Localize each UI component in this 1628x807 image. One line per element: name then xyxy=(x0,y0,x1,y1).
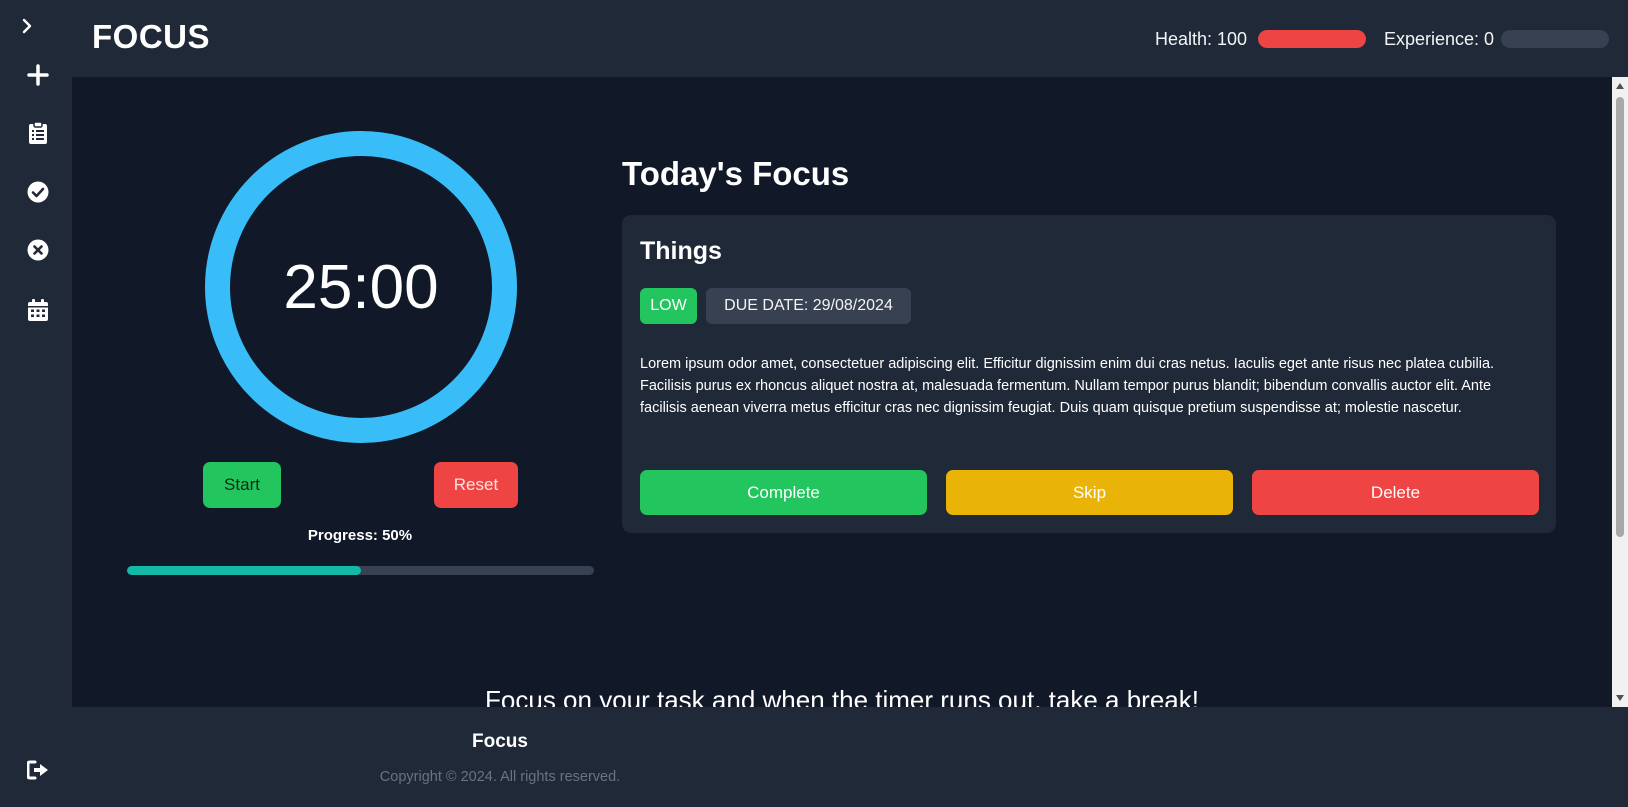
progress-bar-fill xyxy=(127,566,361,575)
top-header: FOCUS Health: 100 Experience: 0 xyxy=(72,0,1628,77)
failed-button[interactable] xyxy=(20,232,56,268)
footer-copyright: Copyright © 2024. All rights reserved. xyxy=(379,769,621,785)
todays-focus-heading: Today's Focus xyxy=(622,155,850,192)
experience-label: Experience: 0 xyxy=(1384,29,1495,49)
brand-title: FOCUS xyxy=(92,18,210,55)
logout-button[interactable] xyxy=(20,752,56,788)
add-task-button[interactable] xyxy=(20,57,56,93)
calendar-icon xyxy=(28,299,48,321)
footer: Focus Copyright © 2024. All rights reser… xyxy=(72,707,1628,807)
x-circle-icon xyxy=(27,239,49,261)
logout-icon xyxy=(27,760,48,780)
main-content: 25:00 Start Reset Progress: 50% Today's … xyxy=(72,77,1612,707)
start-button[interactable]: Start xyxy=(203,462,281,508)
timer-display: 25:00 xyxy=(283,252,439,322)
sidebar xyxy=(0,0,72,807)
health-bar-fill xyxy=(1258,30,1366,48)
vertical-scrollbar[interactable] xyxy=(1612,77,1628,707)
expand-sidebar-button[interactable] xyxy=(9,8,45,44)
due-date-badge: DUE DATE: 29/08/2024 xyxy=(706,288,911,324)
progress-bar xyxy=(127,566,594,575)
health-label: Health: 100 xyxy=(1155,29,1248,49)
task-description: Lorem ipsum odor amet, consectetuer adip… xyxy=(640,356,1495,416)
priority-badge: LOW xyxy=(640,288,697,324)
tasks-button[interactable] xyxy=(20,115,56,151)
footer-title: Focus xyxy=(472,731,528,752)
chevron-right-icon xyxy=(22,18,32,34)
scroll-down-icon[interactable] xyxy=(1616,695,1624,701)
health-bar xyxy=(1258,30,1366,48)
progress-label: Progress: 50% xyxy=(307,527,413,544)
check-circle-icon xyxy=(27,181,49,203)
task-card: Things LOW DUE DATE: 29/08/2024 Lorem ip… xyxy=(622,215,1556,533)
skip-button[interactable]: Skip xyxy=(946,470,1233,515)
complete-button[interactable]: Complete xyxy=(640,470,927,515)
reset-button[interactable]: Reset xyxy=(434,462,518,508)
scrollbar-thumb[interactable] xyxy=(1616,97,1624,537)
calendar-button[interactable] xyxy=(20,292,56,328)
scroll-up-icon[interactable] xyxy=(1616,83,1624,89)
clipboard-icon xyxy=(29,121,47,144)
plus-icon xyxy=(27,64,49,86)
tagline-text: Focus on your task and when the timer ru… xyxy=(485,685,1199,707)
timer-ring: 25:00 xyxy=(205,131,517,443)
task-title: Things xyxy=(640,237,722,265)
experience-bar xyxy=(1501,30,1609,48)
delete-button[interactable]: Delete xyxy=(1252,470,1539,515)
completed-button[interactable] xyxy=(20,174,56,210)
